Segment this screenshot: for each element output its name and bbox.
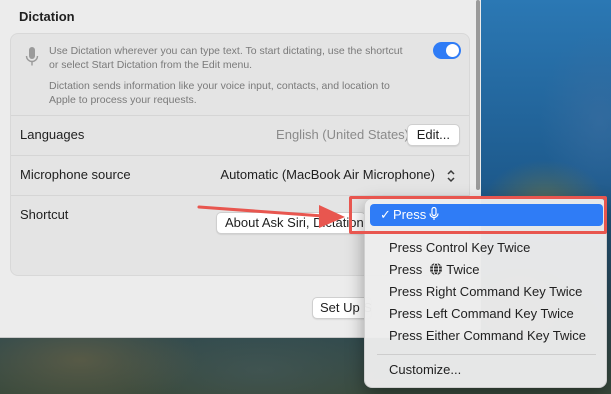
menu-item-globe-twice[interactable]: Press Twice bbox=[370, 259, 603, 281]
annotation-arrow bbox=[197, 205, 345, 228]
menu-item-customize[interactable]: Customize... bbox=[370, 359, 603, 381]
annotation-highlight-box bbox=[349, 196, 607, 234]
dictation-toggle[interactable] bbox=[433, 42, 461, 59]
microphone-source-value[interactable]: Automatic (MacBook Air Microphone) bbox=[220, 167, 435, 182]
menu-item-label-twice: Twice bbox=[446, 262, 480, 277]
menu-item-left-command-twice[interactable]: Press Left Command Key Twice bbox=[370, 303, 603, 325]
languages-row: Languages English (United States) Edit..… bbox=[11, 115, 469, 155]
menu-item-control-twice[interactable]: Press Control Key Twice bbox=[370, 237, 603, 259]
menu-item-right-command-twice[interactable]: Press Right Command Key Twice bbox=[370, 281, 603, 303]
set-up-siri-button[interactable]: Set Up Siri... bbox=[312, 297, 372, 319]
section-title: Dictation bbox=[19, 9, 75, 24]
languages-value: English (United States) bbox=[276, 127, 409, 142]
shortcut-label: Shortcut bbox=[20, 207, 69, 222]
globe-icon bbox=[429, 262, 442, 276]
microphone-icon bbox=[25, 47, 39, 66]
dictation-intro: Use Dictation wherever you can type text… bbox=[11, 34, 469, 114]
languages-label: Languages bbox=[20, 127, 85, 142]
chevron-up-down-icon[interactable] bbox=[445, 168, 457, 184]
menu-item-either-command-twice[interactable]: Press Either Command Key Twice bbox=[370, 325, 603, 347]
dictation-description: Use Dictation wherever you can type text… bbox=[49, 45, 403, 71]
microphone-source-row[interactable]: Microphone source Automatic (MacBook Air… bbox=[11, 155, 469, 195]
dictation-privacy-note: Dictation sends information like your vo… bbox=[49, 80, 390, 106]
menu-item-label-press: Press bbox=[389, 262, 423, 277]
toggle-knob bbox=[446, 44, 459, 57]
scrollbar-thumb[interactable] bbox=[476, 0, 480, 190]
menu-separator bbox=[377, 354, 596, 355]
microphone-source-label: Microphone source bbox=[20, 167, 131, 182]
edit-languages-button[interactable]: Edit... bbox=[406, 124, 460, 146]
